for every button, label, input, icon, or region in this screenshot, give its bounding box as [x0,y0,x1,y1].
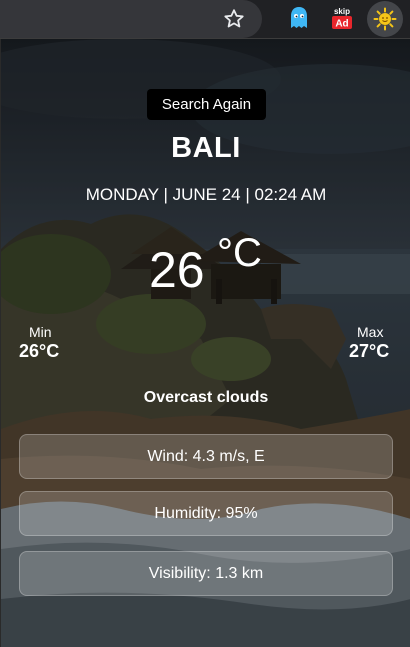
humidity-card: Humidity: 95% [19,491,393,536]
max-temp-label: Max [357,324,384,340]
browser-toolbar: skip Ad [0,0,410,39]
ghost-extension-icon[interactable] [288,6,310,30]
min-temp-value: 26°C [19,341,60,361]
weather-description: Overcast clouds [143,389,269,406]
star-outline-icon[interactable] [222,7,246,31]
wind-card: Wind: 4.3 m/s, E [19,434,393,479]
skip-ad-top-text: skip [334,7,350,16]
skip-ad-extension[interactable]: skip Ad [330,5,354,31]
city-name: BALI [171,132,241,164]
address-bar-end[interactable] [0,0,262,38]
weather-popup: Search Again BALI MONDAY | JUNE 24 | 02:… [0,39,410,647]
max-temp-value: 27°C [349,341,390,361]
current-temperature: 26 [149,242,205,298]
weather-extension-button[interactable] [367,1,403,37]
min-temp-label: Min [29,324,52,340]
weather-content: Search Again BALI MONDAY | JUNE 24 | 02:… [1,39,410,647]
skip-ad-badge-text: Ad [335,19,348,30]
visibility-card: Visibility: 1.3 km [19,551,393,596]
sun-weather-extension-icon [373,7,397,31]
search-again-button[interactable]: Search Again [147,89,266,120]
date-time: MONDAY | JUNE 24 | 02:24 AM [85,185,327,204]
temperature-unit: °C [217,231,262,275]
